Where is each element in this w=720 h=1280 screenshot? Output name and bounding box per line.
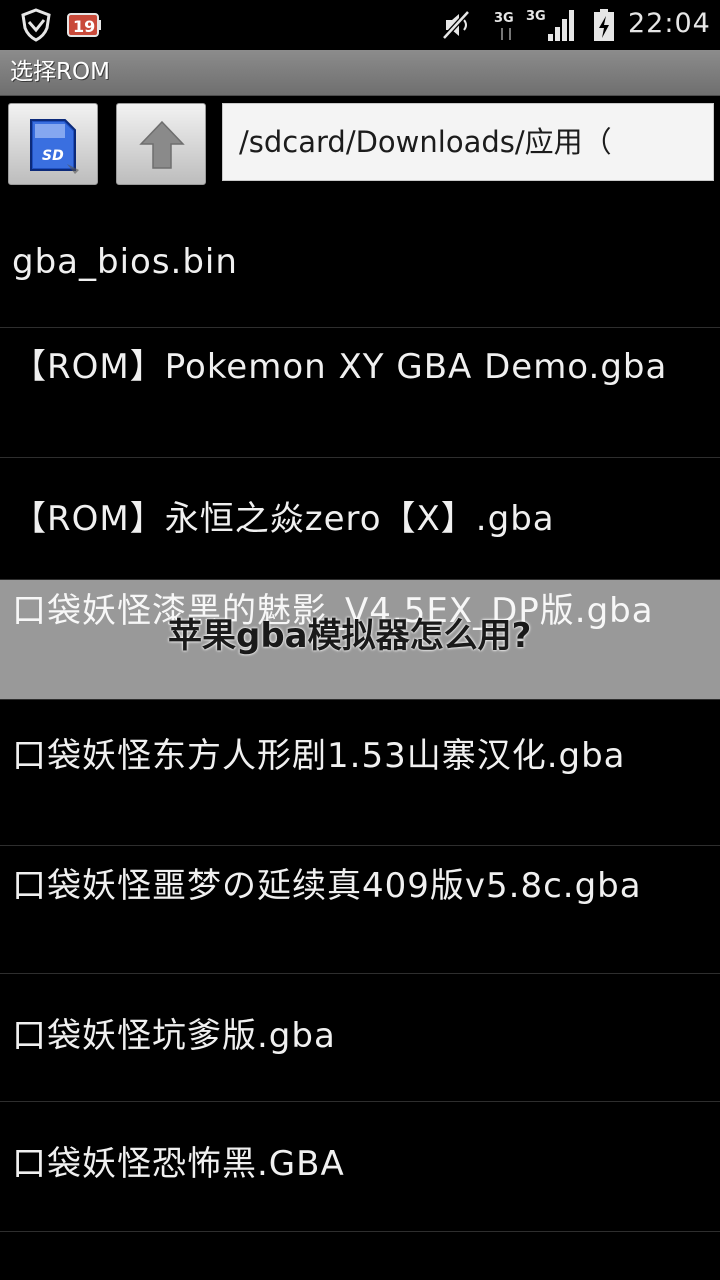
- page-title: 选择ROM: [10, 59, 110, 85]
- list-item[interactable]: 口袋妖怪噩梦の延续真409版v5.8c.gba: [0, 846, 720, 974]
- list-item[interactable]: 口袋妖怪恐怖黑.GBA: [0, 1102, 720, 1232]
- list-item[interactable]: 【ROM】永恒之焱zero【X】.gba: [0, 458, 720, 580]
- file-name: 口袋妖怪坑爹版.gba: [12, 1016, 336, 1056]
- path-field[interactable]: /sdcard/Downloads/应用（: [222, 103, 714, 181]
- battery-saver-icon: 19: [67, 13, 101, 37]
- arrow-up-icon: [139, 120, 185, 169]
- svg-text:19: 19: [73, 17, 95, 36]
- overlay-caption: 苹果gba模拟器怎么用?: [168, 616, 532, 656]
- status-bar: 19 3G 3G 22:04: [0, 0, 720, 50]
- file-name: 口袋妖怪恐怖黑.GBA: [12, 1144, 345, 1184]
- list-item[interactable]: 口袋妖怪东方人形剧1.53山寨汉化.gba: [0, 716, 720, 846]
- file-name: 口袋妖怪噩梦の延续真409版v5.8c.gba: [12, 866, 642, 906]
- list-item[interactable]: 【ROM】Pokemon XY GBA Demo.gba: [0, 328, 720, 458]
- parent-directory-button[interactable]: [116, 103, 206, 185]
- title-bar: 选择ROM: [0, 50, 720, 96]
- sd-card-icon: SD: [30, 119, 79, 174]
- shield-icon: [21, 8, 51, 42]
- list-item[interactable]: 口袋妖怪坑爹版.gba: [0, 974, 720, 1102]
- sd-card-button[interactable]: SD: [8, 103, 98, 185]
- clock: 22:04: [628, 8, 711, 39]
- file-name: 【ROM】永恒之焱zero【X】.gba: [12, 499, 555, 539]
- toolbar: SD /sdcard/Downloads/应用（: [0, 96, 720, 192]
- mute-icon: [442, 10, 470, 40]
- file-name: 口袋妖怪东方人形剧1.53山寨汉化.gba: [12, 736, 626, 776]
- signal-3g-icon: 3G: [494, 11, 514, 40]
- file-name: gba_bios.bin: [12, 242, 238, 282]
- network-2-label: 3G: [526, 9, 546, 24]
- signal-3g-bars-icon: 3G: [526, 9, 574, 41]
- network-1-label: 3G: [494, 11, 514, 26]
- list-item[interactable]: gba_bios.bin: [0, 196, 720, 328]
- path-text: /sdcard/Downloads/应用（: [239, 125, 612, 159]
- battery-charging-icon: [594, 9, 614, 41]
- svg-text:SD: SD: [42, 148, 64, 164]
- file-name: 【ROM】Pokemon XY GBA Demo.gba: [12, 347, 668, 387]
